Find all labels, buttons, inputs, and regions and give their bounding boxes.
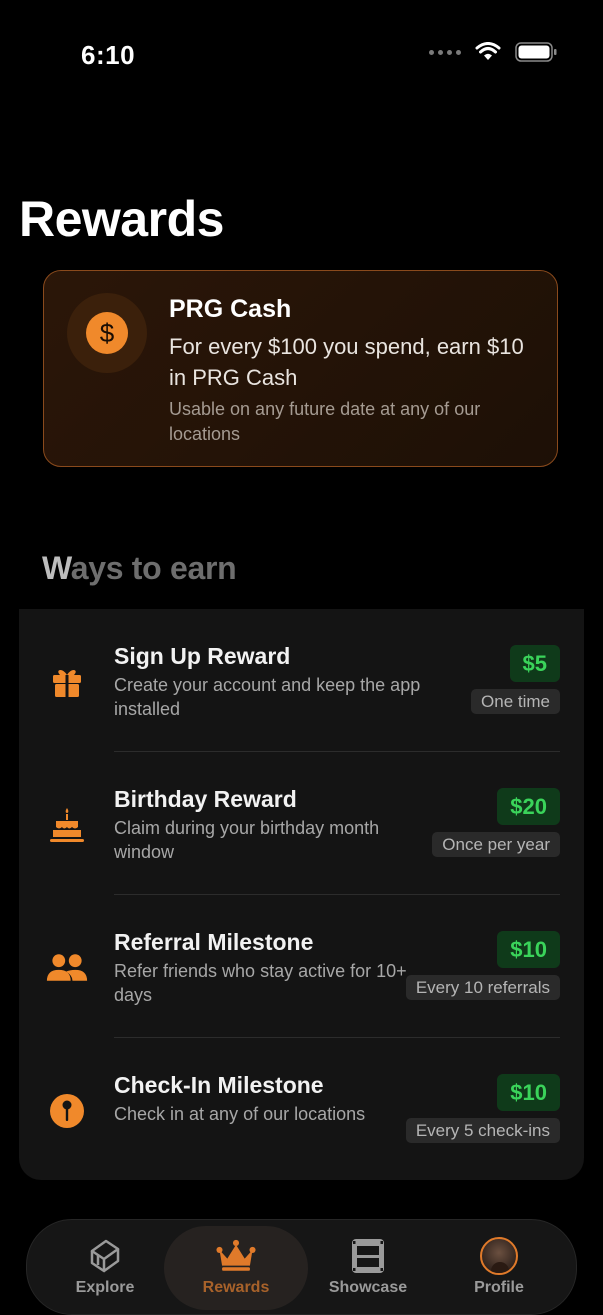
tab-explore[interactable]: Explore — [55, 1220, 155, 1312]
earn-item-title: Check-In Milestone — [114, 1072, 324, 1098]
tab-label: Profile — [474, 1279, 524, 1296]
tab-label: Showcase — [328, 1279, 408, 1296]
earn-item-frequency-badge: One time — [471, 689, 560, 714]
cake-icon — [46, 804, 88, 846]
dollar-coin-icon: $ — [86, 312, 128, 354]
earn-item-frequency-badge: Every 10 referrals — [405, 975, 560, 1000]
earn-item-amount-badge: $20 — [497, 788, 560, 825]
earn-item-birthday[interactable]: Birthday Reward Claim during your birthd… — [19, 752, 584, 895]
tab-rewards[interactable]: Rewards — [186, 1220, 286, 1312]
tab-profile[interactable]: Profile — [449, 1220, 549, 1312]
pin-icon — [46, 1090, 88, 1132]
earn-item-description: Refer friends who stay active for 10+ da… — [114, 961, 407, 1005]
battery-icon — [515, 42, 557, 62]
earn-item-sign-up[interactable]: Sign Up Reward Create your account and k… — [19, 609, 584, 752]
film-icon — [348, 1236, 388, 1276]
ways-to-earn-list: Sign Up Reward Create your account and k… — [19, 609, 584, 1180]
tab-label: Explore — [75, 1279, 135, 1296]
cash-card-description: For every $100 you spend, earn $10 in PR… — [169, 334, 524, 390]
earn-item-amount-badge: $10 — [497, 931, 560, 968]
earn-item-description: Claim during your birthday month window — [114, 818, 380, 862]
cash-card-title: PRG Cash — [169, 295, 292, 323]
cash-card-note: Usable on any future date at any of our … — [169, 399, 481, 444]
people-icon — [46, 947, 88, 989]
crown-icon — [216, 1236, 256, 1276]
status-icons — [429, 42, 557, 62]
ways-to-earn-heading: Ways to earn — [42, 550, 237, 587]
avatar — [479, 1236, 519, 1276]
earn-item-check-in[interactable]: Check-In Milestone Check in at any of ou… — [19, 1038, 584, 1181]
earn-item-title: Sign Up Reward — [114, 643, 291, 669]
status-bar: 6:10 — [0, 0, 603, 110]
cellular-signal-icon — [429, 49, 461, 55]
profile-avatar — [480, 1237, 518, 1275]
earn-item-title: Birthday Reward — [114, 786, 297, 812]
earn-item-description: Check in at any of our locations — [114, 1104, 366, 1124]
gift-icon — [46, 661, 88, 703]
earn-item-amount-badge: $10 — [497, 1074, 560, 1111]
prg-cash-card: $ PRG Cash For every $100 you spend, ear… — [43, 270, 558, 467]
earn-item-frequency-badge: Once per year — [432, 832, 560, 857]
tab-showcase[interactable]: Showcase — [318, 1220, 418, 1312]
layers-icon — [85, 1236, 125, 1276]
tab-label: Rewards — [202, 1279, 270, 1296]
earn-item-amount-badge: $5 — [509, 645, 560, 682]
tab-bar: Explore Rewards Showcase Profile — [26, 1219, 577, 1315]
coin-icon-container: $ — [67, 293, 147, 373]
earn-item-frequency-badge: Every 5 check-ins — [405, 1118, 560, 1143]
earn-item-title: Referral Milestone — [114, 929, 314, 955]
earn-item-referral[interactable]: Referral Milestone Refer friends who sta… — [19, 895, 584, 1038]
page-title: Rewards — [19, 191, 224, 247]
wifi-icon — [475, 42, 501, 60]
heading-rest: ays to earn — [70, 550, 237, 586]
earn-item-description: Create your account and keep the app ins… — [114, 675, 421, 719]
status-time: 6:10 — [81, 40, 136, 70]
heading-first-letter: W — [42, 550, 71, 586]
